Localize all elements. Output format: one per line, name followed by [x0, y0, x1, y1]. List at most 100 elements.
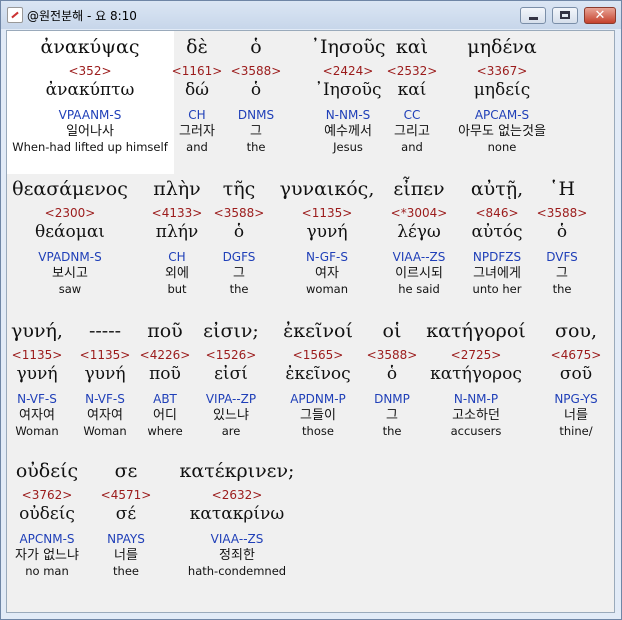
english-gloss: Woman: [83, 424, 127, 438]
word-token[interactable]: ἐκεῖνοί <1565> ἐκεῖνος APDNM-P 그들이 those: [283, 319, 353, 439]
strong-number: <*3004>: [390, 206, 448, 220]
strong-number: <352>: [68, 64, 112, 78]
maximize-button[interactable]: [552, 7, 578, 24]
content-edge: [610, 31, 614, 612]
greek-word: ἀνακύψας: [40, 36, 140, 58]
close-button[interactable]: ✕: [584, 7, 616, 24]
word-token[interactable]: γυναικός, <1135> γυνή N-GF-S 여자 woman: [280, 177, 375, 297]
lemma-word: πλήν: [155, 222, 199, 242]
morph-code: NPG-YS: [554, 392, 598, 406]
lemma-word: κατήγορος: [430, 364, 522, 384]
word-token[interactable]: γυνή, <1135> γυνή N-VF-S 여자여 Woman: [11, 319, 63, 439]
morph-code: N-VF-S: [17, 392, 57, 406]
lemma-word: λέγω: [397, 222, 441, 242]
english-gloss: no man: [25, 564, 69, 578]
lemma-word: ὁ: [386, 364, 398, 384]
lemma-word: ᾿Ιησοῦς: [314, 80, 382, 100]
strong-number: <1135>: [11, 348, 63, 362]
strong-number: <2424>: [322, 64, 374, 78]
word-token[interactable]: ῾Η <3588> ὁ DVFS 그 the: [537, 177, 588, 297]
lemma-word: ὁ: [233, 222, 245, 242]
korean-gloss: 그: [233, 266, 245, 281]
word-token[interactable]: ----- <1135> γυνή N-VF-S 여자여 Woman: [80, 319, 131, 439]
english-gloss: thee: [113, 564, 139, 578]
strong-number: <4675>: [550, 348, 602, 362]
lemma-word: ὁ: [250, 80, 262, 100]
greek-word: γυνή,: [11, 320, 63, 342]
korean-gloss: 어디: [153, 408, 177, 423]
lemma-word: γυνή: [84, 364, 126, 384]
word-token[interactable]: θεασάμενος <2300> θεάομαι VPADNM-S 보시고 saw: [12, 177, 128, 297]
word-token[interactable]: ποῦ <4226> ποῦ ABT 어디 where: [140, 319, 191, 439]
morph-code: VPADNM-S: [38, 250, 102, 264]
strong-number: <2300>: [44, 206, 96, 220]
word-token[interactable]: καὶ <2532> καί CC 그리고 and: [387, 35, 438, 155]
korean-gloss: 있느냐: [213, 408, 249, 423]
lemma-word: αὐτός: [471, 222, 523, 242]
english-gloss: hath-condemned: [187, 564, 287, 578]
strong-number: <2725>: [450, 348, 502, 362]
greek-word: κατέκρινεν;: [179, 460, 295, 482]
morph-code: VPAANM-S: [58, 108, 122, 122]
morph-code: N-GF-S: [306, 250, 348, 264]
lemma-word: γυνή: [306, 222, 348, 242]
morph-code: VIAA--ZS: [210, 532, 264, 546]
maximize-icon: [560, 11, 570, 19]
word-token[interactable]: μηδένα <3367> μηδείς APCAM-S 아무도 없는것을 none: [458, 35, 546, 155]
word-token[interactable]: κατήγοροί <2725> κατήγορος N-NM-P 고소하던 accuse…: [426, 319, 525, 439]
english-gloss: the: [382, 424, 402, 438]
morph-code: NPAYS: [107, 532, 145, 546]
word-token[interactable]: αὐτῇ, <846> αὐτός NPDFZS 그녀에게 unto her: [471, 177, 523, 297]
morph-code: ABT: [153, 392, 177, 406]
english-gloss: and: [401, 140, 423, 154]
word-token[interactable]: οἱ <3588> ὁ DNMP 그 the: [367, 319, 418, 439]
morph-code: DGFS: [222, 250, 256, 264]
morph-code: NPDFZS: [472, 250, 522, 264]
word-token[interactable]: πλὴν <4133> πλήν CH 외에 but: [152, 177, 203, 297]
morph-code: N-NM-S: [325, 108, 371, 122]
greek-word: ῾Η: [548, 178, 576, 200]
english-gloss: the: [229, 282, 249, 296]
word-token[interactable]: δὲ <1161> δώ CH 그러자 and: [172, 35, 223, 155]
title-bar[interactable]: @원전분해 - 요 8:10 ✕: [1, 1, 621, 29]
english-gloss: he said: [398, 282, 440, 296]
korean-gloss: 보시고: [52, 266, 88, 281]
morph-code: DNMS: [237, 108, 275, 122]
korean-gloss: 그녀에게: [473, 266, 521, 281]
morph-code: APCAM-S: [474, 108, 530, 122]
strong-number: <1135>: [301, 206, 353, 220]
strong-number: <2632>: [211, 488, 263, 502]
morph-code: CH: [168, 250, 186, 264]
lemma-word: καί: [397, 80, 427, 100]
word-token[interactable]: εἰσιν; <1526> εἰσί VIPA--ZP 있느냐 are: [203, 319, 259, 439]
app-icon[interactable]: [7, 7, 23, 23]
morph-code: VIAA--ZS: [392, 250, 446, 264]
strong-number: <3588>: [213, 206, 265, 220]
strong-number: <3588>: [536, 206, 588, 220]
morph-code: APCNM-S: [19, 532, 75, 546]
word-token[interactable]: ᾿Ιησοῦς <2424> ᾿Ιησοῦς N-NM-S 예수께서 Jesus: [311, 35, 386, 155]
strong-number: <3367>: [476, 64, 528, 78]
strong-number: <3762>: [21, 488, 73, 502]
greek-word: κατήγοροί: [426, 320, 526, 342]
greek-word: αὐτῇ,: [470, 178, 524, 200]
korean-gloss: 너를: [564, 408, 588, 423]
word-token[interactable]: κατέκρινεν; <2632> κατακρίνω VIAA--ZS 정죄한 hat…: [180, 459, 295, 579]
word-token[interactable]: ἀνακύψας <352> ἀνακύπτω VPAANM-S 일어나사 When-ha…: [12, 35, 167, 155]
english-gloss: are: [221, 424, 241, 438]
greek-word: ὁ: [250, 36, 262, 58]
word-token[interactable]: ὁ <3588> ὁ DNMS 그 the: [231, 35, 282, 155]
lemma-word: κατακρίνω: [189, 504, 285, 524]
korean-gloss: 외에: [165, 266, 189, 281]
word-token[interactable]: τῆς <3588> ὁ DGFS 그 the: [214, 177, 265, 297]
strong-number: <2532>: [386, 64, 438, 78]
english-gloss: but: [167, 282, 187, 296]
word-token[interactable]: εἶπεν <*3004> λέγω VIAA--ZS 이르시되 he said: [391, 177, 448, 297]
minimize-button[interactable]: [520, 7, 546, 24]
word-token[interactable]: σου, <4675> σοῦ NPG-YS 너를 thine/: [551, 319, 602, 439]
english-gloss: none: [487, 140, 517, 154]
word-token[interactable]: σε <4571> σέ NPAYS 너를 thee: [101, 459, 152, 579]
strong-number: <1565>: [292, 348, 344, 362]
word-token[interactable]: οὐδείς <3762> οὐδείς APCNM-S 자가 없느냐 no man: [15, 459, 79, 579]
korean-gloss: 여자여: [87, 408, 123, 423]
